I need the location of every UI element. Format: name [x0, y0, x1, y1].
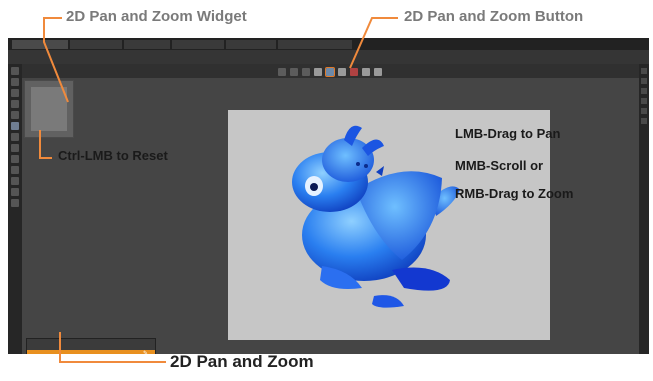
tab-bar [8, 38, 649, 50]
viewport-tool-icon[interactable] [350, 68, 358, 76]
tool-icon[interactable] [11, 133, 19, 141]
tab-active[interactable] [12, 40, 68, 49]
dragon-figure [292, 125, 460, 308]
left-toolbox [8, 64, 22, 354]
viewport-tool-strip [278, 67, 382, 77]
reset-callout-label: Ctrl-LMB to Reset [58, 148, 168, 163]
tool-icon[interactable] [11, 155, 19, 163]
pan-zoom-widget[interactable] [24, 80, 74, 138]
zoom-instruction-line1: MMB-Scroll or [455, 158, 544, 173]
pin-icon: ✎ [143, 351, 149, 354]
tool-icon[interactable] [641, 88, 647, 94]
tool-icon[interactable] [11, 78, 19, 86]
tab[interactable] [278, 40, 352, 49]
tool-icon[interactable] [641, 68, 647, 74]
tool-icon[interactable] [11, 188, 19, 196]
pan-instruction: LMB-Drag to Pan [455, 126, 561, 141]
viewport-tool-icon[interactable] [362, 68, 370, 76]
pan-zoom-icon[interactable] [325, 67, 335, 77]
viewport-tool-icon[interactable] [314, 68, 322, 76]
tab[interactable] [124, 40, 170, 49]
tool-icon[interactable] [11, 111, 19, 119]
menu-item[interactable] [27, 341, 155, 349]
viewport-tool-icon[interactable] [374, 68, 382, 76]
viewport-tool-icon[interactable] [338, 68, 346, 76]
right-toolbox [639, 64, 649, 354]
widget-callout-label: 2D Pan and Zoom Widget [66, 8, 247, 25]
tool-icon[interactable] [11, 100, 19, 108]
tool-icon[interactable] [11, 144, 19, 152]
viewport-tool-icon[interactable] [278, 68, 286, 76]
tab[interactable] [70, 40, 122, 49]
tool-icon[interactable] [641, 118, 647, 124]
button-callout-label: 2D Pan and Zoom Button [404, 8, 584, 25]
tool-icon-selected[interactable] [11, 122, 19, 130]
tool-icon[interactable] [11, 67, 19, 75]
tool-icon[interactable] [11, 89, 19, 97]
tool-icon[interactable] [641, 78, 647, 84]
tab[interactable] [172, 40, 224, 49]
viewport-tool-icon[interactable] [290, 68, 298, 76]
pan-zoom-widget-frame [31, 87, 67, 131]
zoom-instruction-line2: RMB-Drag to Zoom [455, 186, 574, 201]
tool-icon[interactable] [11, 166, 19, 174]
tool-icon[interactable] [641, 98, 647, 104]
main-toolbar [8, 50, 649, 64]
viewport-mode-menu: ✎ [26, 338, 156, 354]
tool-icon[interactable] [11, 199, 19, 207]
menu-item-2d-pan-zoom[interactable]: ✎ [27, 350, 155, 354]
tool-icon[interactable] [641, 108, 647, 114]
viewport-tool-icon[interactable] [302, 68, 310, 76]
pan-zoom-mode-label: 2D Pan and Zoom [170, 352, 314, 371]
tab[interactable] [226, 40, 276, 49]
tool-icon[interactable] [11, 177, 19, 185]
